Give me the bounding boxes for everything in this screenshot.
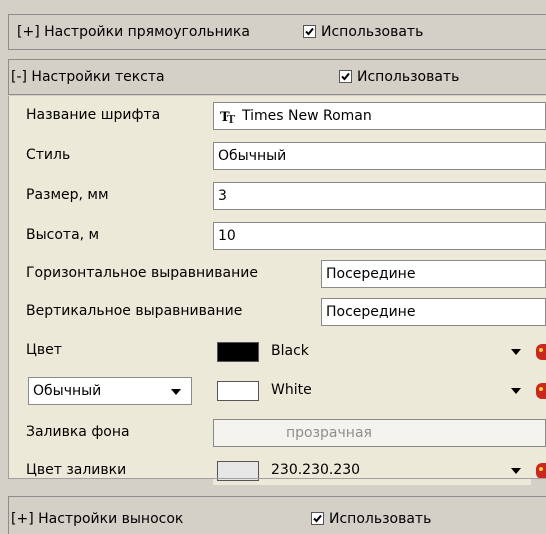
palette-icon[interactable] [536, 344, 546, 360]
rect-settings-header[interactable]: [+] Настройки прямоугольника Использоват… [8, 14, 546, 50]
fill-color-select[interactable]: 230.230.230 [213, 457, 531, 485]
height-label: Высота, м [26, 227, 100, 243]
font-name-value: Times New Roman [242, 108, 372, 124]
outline-color-value: White [271, 382, 312, 398]
color-swatch [217, 342, 259, 362]
outline-mode-select[interactable]: Обычный [28, 377, 192, 405]
rect-use-checkbox[interactable] [303, 25, 316, 38]
rect-settings-label[interactable]: [+] Настройки прямоугольника [17, 24, 250, 40]
rect-use-label: Использовать [321, 24, 424, 40]
callout-use-checkbox[interactable] [311, 512, 324, 525]
bg-fill-field[interactable]: прозрачная [213, 419, 546, 447]
palette-icon[interactable] [536, 383, 546, 399]
truetype-font-icon: T T [220, 110, 236, 124]
h-align-value: Посередине [326, 266, 416, 282]
checkmark-icon [341, 72, 350, 81]
color-select[interactable]: Black [213, 338, 531, 366]
bg-fill-value: прозрачная [286, 425, 372, 441]
chevron-down-icon[interactable] [511, 388, 521, 394]
v-align-value: Посередине [326, 304, 416, 320]
text-settings-label[interactable]: [-] Настройки текста [11, 69, 165, 85]
checkmark-icon [313, 514, 322, 523]
fill-color-value: 230.230.230 [271, 462, 361, 478]
v-align-field[interactable]: Посередине [321, 298, 546, 326]
svg-text:T: T [227, 113, 236, 124]
palette-icon[interactable] [536, 463, 546, 479]
chevron-down-icon[interactable] [511, 468, 521, 474]
style-label: Стиль [26, 147, 71, 163]
text-use-checkbox[interactable] [339, 70, 352, 83]
text-use-label: Использовать [357, 69, 460, 85]
fill-color-label: Цвет заливки [26, 462, 127, 478]
h-align-label: Горизонтальное выравнивание [26, 265, 258, 281]
chevron-down-icon[interactable] [511, 349, 521, 355]
color-value: Black [271, 343, 309, 359]
font-name-field[interactable]: T T Times New Roman [213, 102, 546, 130]
size-label: Размер, мм [26, 187, 109, 203]
text-settings-header[interactable]: [-] Настройки текста Использовать [8, 59, 546, 95]
height-value: 10 [218, 228, 236, 244]
bg-fill-label: Заливка фона [26, 424, 130, 440]
style-value: Обычный [218, 148, 287, 164]
divider [8, 478, 546, 479]
outline-color-select[interactable]: White [213, 377, 531, 405]
chevron-down-icon[interactable] [171, 389, 181, 395]
h-align-field[interactable]: Посередине [321, 260, 546, 288]
size-input[interactable]: 3 [213, 182, 546, 210]
v-align-label: Вертикальное выравнивание [26, 303, 243, 319]
color-label: Цвет [26, 342, 62, 358]
style-field[interactable]: Обычный [213, 142, 546, 170]
callout-settings-label[interactable]: [+] Настройки выносок [11, 511, 183, 527]
outline-mode-value: Обычный [33, 383, 102, 399]
checkmark-icon [305, 27, 314, 36]
height-input[interactable]: 10 [213, 222, 546, 250]
callout-settings-header[interactable]: [+] Настройки выносок Использовать [8, 496, 546, 534]
outline-color-swatch [217, 381, 259, 401]
callout-use-label: Использовать [329, 511, 432, 527]
size-value: 3 [218, 188, 227, 204]
font-name-label: Название шрифта [26, 107, 161, 123]
